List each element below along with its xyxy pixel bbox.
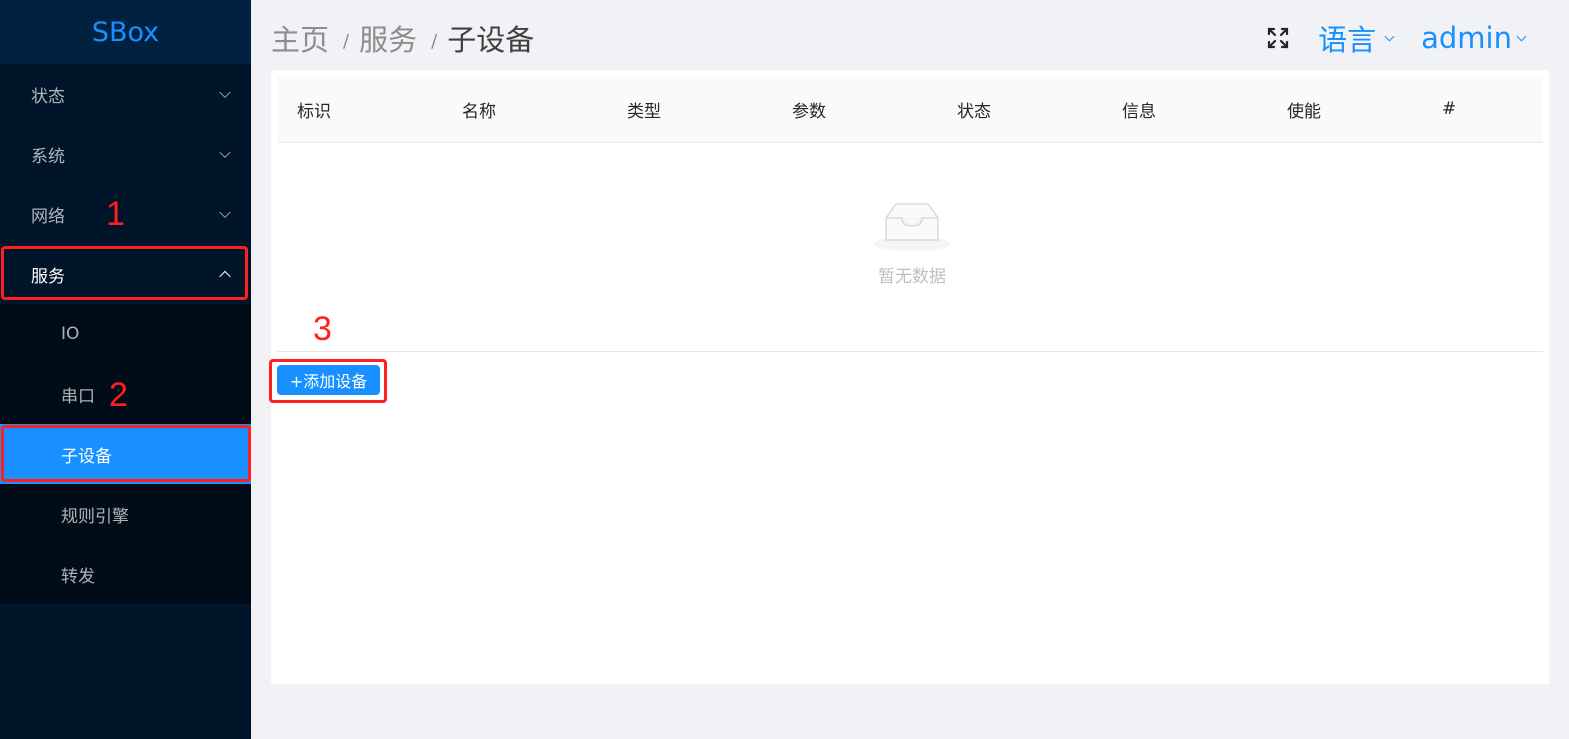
breadcrumb-separator: / (343, 30, 350, 52)
column-header-info: 信息 (1122, 101, 1156, 122)
header-actions: 语言 admin (1266, 17, 1527, 59)
table-header: 标识 名称 类型 参数 状态 信息 使能 # (277, 76, 1543, 143)
chevron-down-icon (219, 206, 231, 219)
column-header-type: 类型 (627, 101, 661, 122)
sidebar: SBox 状态 系统 网络 服务 IO 串口 子设备 规则引擎 转发 (0, 0, 251, 739)
sidebar-item-label: 状态 (31, 86, 65, 107)
sidebar-item-status[interactable]: 状态 (0, 64, 251, 124)
app-logo[interactable]: SBox (0, 0, 251, 64)
column-header-name: 名称 (462, 101, 496, 122)
chevron-down-icon (1384, 31, 1395, 41)
sidebar-item-label: 网络 (31, 206, 65, 227)
column-header-actions: # (1442, 99, 1457, 119)
sidebar-subitem-label: 转发 (61, 566, 95, 587)
breadcrumb-separator: / (431, 30, 438, 52)
user-name: admin (1421, 21, 1512, 55)
annotation-box-subdevice (1, 425, 251, 482)
sidebar-subitem-label: IO (61, 324, 80, 344)
breadcrumb: 主页 / 服务 / 子设备 (271, 18, 534, 58)
devices-table: 标识 名称 类型 参数 状态 信息 使能 # 暂无数据 (277, 76, 1543, 352)
annotation-step-2: 2 (109, 376, 128, 414)
annotation-box-add-device (269, 359, 387, 403)
table-body: 暂无数据 (277, 143, 1543, 352)
sidebar-subitem-rule-engine[interactable]: 规则引擎 (0, 484, 251, 544)
fullscreen-icon[interactable] (1266, 26, 1290, 50)
column-header-enable: 使能 (1287, 101, 1321, 122)
sidebar-subitem-io[interactable]: IO (0, 304, 251, 364)
empty-inbox-icon (873, 203, 951, 251)
sidebar-item-network[interactable]: 网络 (0, 184, 251, 244)
user-dropdown[interactable]: admin (1421, 21, 1527, 55)
sidebar-item-label: 系统 (31, 146, 65, 167)
column-header-id: 标识 (297, 101, 331, 122)
annotation-step-3: 3 (313, 310, 332, 348)
empty-state-text: 暂无数据 (878, 267, 946, 287)
language-label: 语言 (1318, 23, 1377, 57)
language-dropdown[interactable]: 语言 (1318, 17, 1395, 59)
column-header-params: 参数 (792, 101, 826, 122)
annotation-box-services (1, 246, 248, 300)
chevron-down-icon (1516, 31, 1527, 41)
column-header-status: 状态 (957, 101, 991, 122)
breadcrumb-home[interactable]: 主页 (271, 17, 329, 59)
sidebar-subitem-label: 规则引擎 (61, 506, 129, 527)
breadcrumb-current: 子设备 (447, 23, 535, 57)
breadcrumb-services[interactable]: 服务 (359, 17, 417, 59)
sidebar-item-system[interactable]: 系统 (0, 124, 251, 184)
sidebar-subitem-label: 串口 (61, 386, 95, 407)
sidebar-subitem-forward[interactable]: 转发 (0, 544, 251, 604)
empty-state: 暂无数据 (867, 200, 957, 287)
content-card: 标识 名称 类型 参数 状态 信息 使能 # 暂无数据 +添加设备 (271, 70, 1549, 684)
chevron-down-icon (219, 86, 231, 99)
annotation-step-1: 1 (106, 195, 125, 233)
chevron-down-icon (219, 146, 231, 159)
app-window: SBox 状态 系统 网络 服务 IO 串口 子设备 规则引擎 转发 主页 / … (0, 0, 1569, 739)
